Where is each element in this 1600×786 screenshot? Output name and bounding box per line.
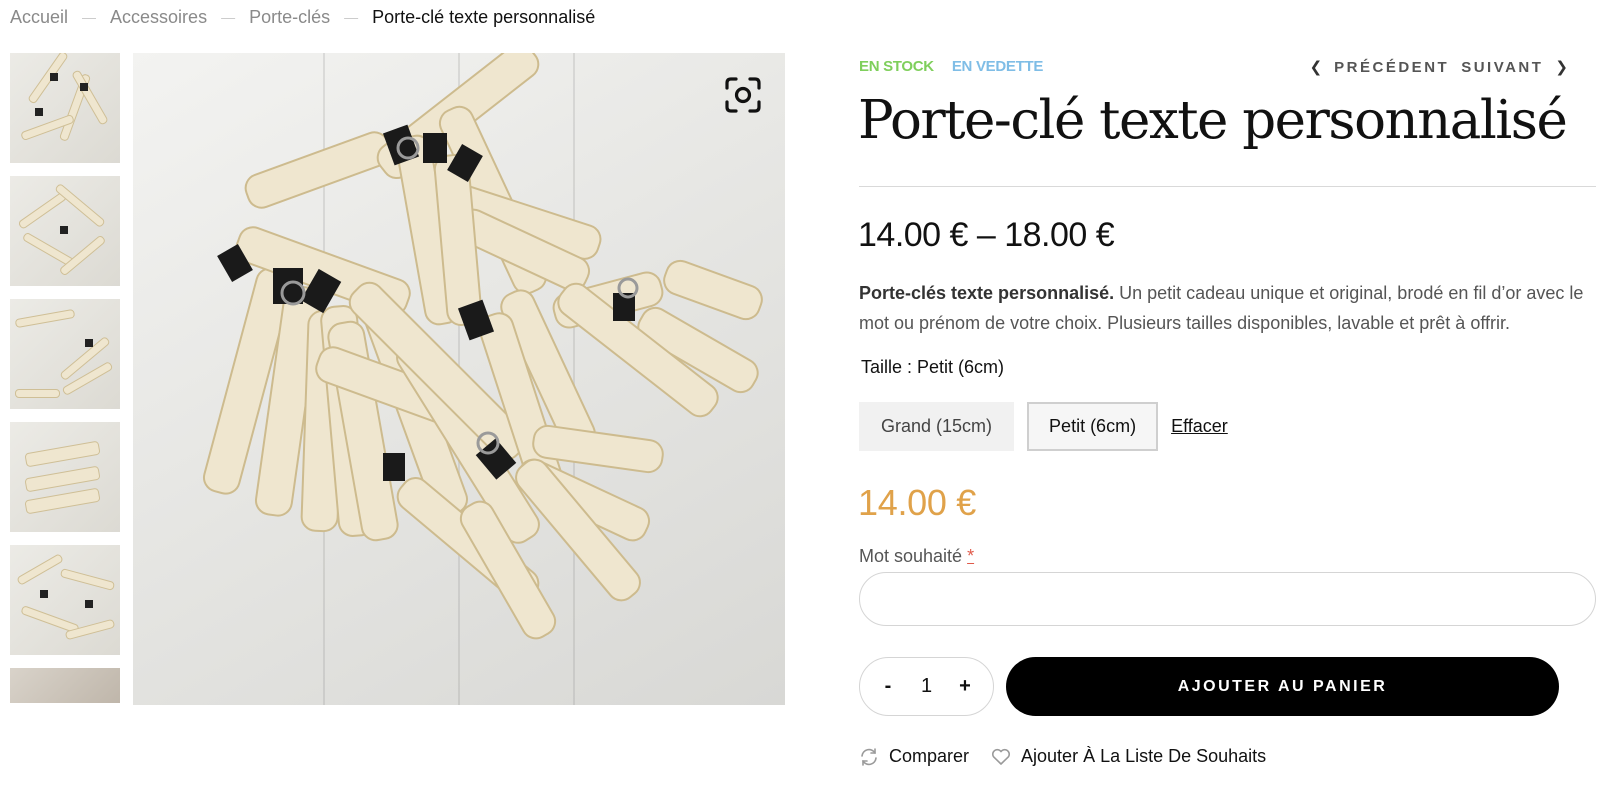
previous-product-link[interactable]: ❮ PRÉCÉDENT — [1310, 58, 1450, 76]
in-stock-badge: EN STOCK — [859, 58, 934, 75]
thumbnail-2[interactable] — [10, 176, 120, 286]
size-variation-label: Taille : Petit (6cm) — [861, 357, 1005, 377]
breadcrumb-current: Porte-clé texte personnalisé — [372, 6, 596, 27]
thumbnail-6[interactable] — [10, 668, 120, 703]
chevron-right-icon: ❯ — [1555, 58, 1568, 76]
required-mark: * — [967, 546, 975, 566]
main-product-image[interactable] — [133, 53, 785, 705]
breadcrumb: Accueil — Accessoires — Porte-clés — Por… — [10, 4, 595, 30]
clear-selection-link[interactable]: Effacer — [1171, 416, 1228, 437]
selected-variation-price: 14.00 € — [858, 482, 977, 523]
custom-word-label-text: Mot souhaité — [859, 546, 963, 566]
thumbnail-4[interactable] — [10, 422, 120, 532]
custom-word-label: Mot souhaité * — [859, 546, 974, 567]
custom-word-input[interactable] — [859, 572, 1596, 626]
quantity-input[interactable] — [906, 675, 947, 698]
size-option-petit[interactable]: Petit (6cm) — [1027, 402, 1159, 451]
featured-badge: EN VEDETTE — [951, 58, 1044, 75]
next-product-link[interactable]: SUIVANT ❯ — [1461, 58, 1568, 76]
thumbnail-3[interactable] — [10, 299, 120, 409]
wishlist-button[interactable]: Ajouter À La Liste De Souhaits — [991, 746, 1266, 767]
previous-label: PRÉCÉDENT — [1334, 58, 1450, 76]
wishlist-label: Ajouter À La Liste De Souhaits — [1021, 746, 1267, 766]
add-to-cart-button[interactable]: AJOUTER AU PANIER — [1006, 657, 1559, 716]
breadcrumb-porte-cles[interactable]: Porte-clés — [249, 7, 330, 28]
product-navigation: ❮ PRÉCÉDENT SUIVANT ❯ — [1310, 58, 1568, 76]
quantity-stepper: - + — [859, 657, 994, 716]
size-option-grand[interactable]: Grand (15cm) — [859, 402, 1015, 451]
next-label: SUIVANT — [1461, 58, 1544, 76]
thumbnail-strip — [10, 53, 120, 703]
product-badges: EN STOCK EN VEDETTE — [859, 58, 1043, 75]
thumbnail-5[interactable] — [10, 545, 120, 655]
product-actions: Comparer Ajouter À La Liste De Souhaits — [859, 746, 1266, 767]
breadcrumb-separator: — — [344, 9, 359, 25]
heart-icon — [992, 748, 1011, 765]
quantity-increase-button[interactable]: + — [951, 675, 979, 698]
product-short-description: Porte-clés texte personnalisé. Un petit … — [859, 278, 1589, 338]
compare-refresh-icon — [861, 747, 877, 766]
breadcrumb-separator: — — [221, 9, 236, 25]
zoom-scan-icon[interactable] — [723, 75, 763, 115]
price-range: 14.00 € – 18.00 € — [858, 216, 1115, 254]
title-divider — [859, 186, 1596, 187]
description-bold: Porte-clés texte personnalisé. — [859, 283, 1115, 303]
quantity-decrease-button[interactable]: - — [874, 675, 902, 698]
product-title: Porte-clé texte personnalisé — [858, 90, 1568, 151]
breadcrumb-accessoires[interactable]: Accessoires — [110, 7, 207, 28]
thumbnail-1[interactable] — [10, 53, 120, 163]
keychains-photo-illustration — [202, 53, 763, 640]
size-swatches: Grand (15cm) Petit (6cm) Effacer — [859, 402, 1228, 451]
compare-label: Comparer — [889, 746, 970, 766]
compare-button[interactable]: Comparer — [859, 746, 969, 767]
chevron-left-icon: ❮ — [1309, 58, 1323, 76]
breadcrumb-home[interactable]: Accueil — [10, 7, 68, 28]
breadcrumb-separator: — — [82, 9, 97, 25]
